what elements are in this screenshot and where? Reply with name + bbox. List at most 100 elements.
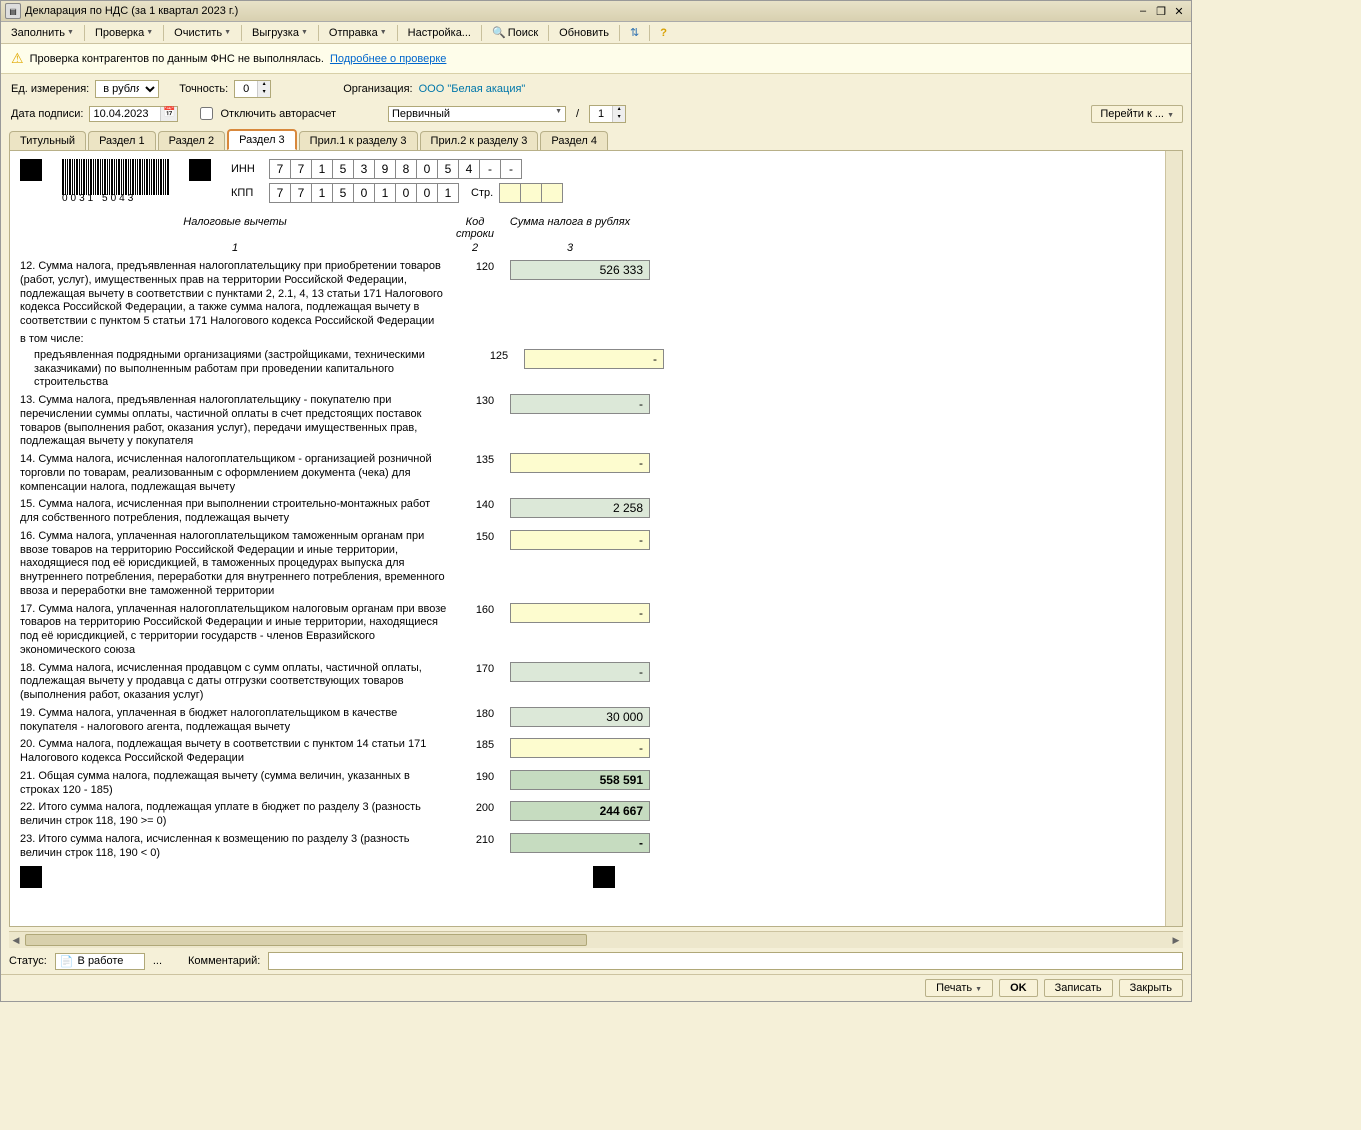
spin-down[interactable]: ▾ [257,89,270,97]
row-desc: 21. Общая сумма налога, подлежащая вычет… [20,770,460,798]
tab-Раздел-4[interactable]: Раздел 4 [540,131,608,150]
row-sum-input[interactable]: - [510,394,650,414]
precision-spinner[interactable]: ▴▾ [234,80,271,98]
row-code: 185 [460,738,510,751]
horizontal-scrollbar[interactable]: ◀ ▶ [9,931,1183,948]
table-row: 12. Сумма налога, предъявленная налогопл… [20,260,1155,329]
tab-Прил.1-к-разделу-3[interactable]: Прил.1 к разделу 3 [299,131,418,150]
document-area: 0031 5043 ИНН 7715398054-- КПП 771501001… [9,150,1183,927]
status-ellipsis[interactable]: ... [153,955,162,967]
settings-button[interactable]: Настройка... [402,25,477,41]
autocalc-checkbox[interactable]: Отключить авторасчет [196,104,336,123]
comment-label: Комментарий: [188,955,260,967]
row-sum-input[interactable]: 2 258 [510,498,650,518]
save-button[interactable]: Записать [1044,979,1113,997]
row-code: 130 [460,394,510,407]
row-code: 160 [460,603,510,616]
goto-button[interactable]: Перейти к ... ▼ [1091,105,1183,123]
precision-label: Точность: [179,83,228,95]
row-code: 150 [460,530,510,543]
comment-input[interactable] [268,952,1183,970]
arrows-icon-button[interactable]: ⇅ [624,24,645,41]
row-sum-input[interactable]: - [510,453,650,473]
help-button[interactable]: ? [654,25,673,41]
status-field[interactable]: 📄 В работе [55,953,145,970]
doc-type-select[interactable]: Первичный ▼ [388,106,566,122]
units-select[interactable]: в рублях [95,80,159,98]
marker-bottom-left [20,866,42,888]
correction-input[interactable] [590,107,612,121]
date-input[interactable] [90,107,160,121]
row-sum-input[interactable]: 526 333 [510,260,650,280]
titlebar: ▤ Декларация по НДС (за 1 квартал 2023 г… [1,1,1191,22]
row-sum-input[interactable]: - [524,349,664,369]
precision-input[interactable] [235,82,257,96]
inn-cells: 7715398054-- [269,159,522,179]
tab-Раздел-2[interactable]: Раздел 2 [158,131,226,150]
tab-Титульный[interactable]: Титульный [9,131,86,150]
row-sum-input[interactable]: - [510,662,650,682]
tab-Раздел-1[interactable]: Раздел 1 [88,131,156,150]
row-desc: 19. Сумма налога, уплаченная в бюджет на… [20,707,460,735]
date-label: Дата подписи: [11,108,83,120]
export-button[interactable]: Выгрузка▼ [246,25,314,41]
check-button[interactable]: Проверка▼ [89,25,159,41]
search-button[interactable]: 🔍Поиск [486,24,544,41]
close-button[interactable]: ✕ [1171,4,1187,18]
send-button[interactable]: Отправка▼ [323,25,393,41]
search-icon: 🔍 [492,26,506,39]
row-sum-input[interactable]: 558 591 [510,770,650,790]
minimize-button[interactable]: – [1135,4,1151,18]
org-label: Организация: [343,83,412,95]
row-desc: предъявленная подрядными организациями (… [34,349,474,390]
kpp-label: КПП [231,187,263,199]
warning-row: ⚠ Проверка контрагентов по данным ФНС не… [1,44,1191,74]
window-title: Декларация по НДС (за 1 квартал 2023 г.) [25,5,1133,17]
fill-button[interactable]: Заполнить▼ [5,25,80,41]
clear-button[interactable]: Очистить▼ [168,25,237,41]
row-desc: 20. Сумма налога, подлежащая вычету в со… [20,738,460,766]
correction-spinner[interactable]: ▴▾ [589,105,626,123]
row-sum-input[interactable]: - [510,603,650,623]
row-code: 140 [460,498,510,511]
ok-button[interactable]: OK [999,979,1038,997]
bottombar: Печать ▼ OK Записать Закрыть [1,974,1191,1001]
table-row: 22. Итого сумма налога, подлежащая уплат… [20,801,1155,829]
table-row: 14. Сумма налога, исчисленная налогоплат… [20,453,1155,494]
col-header-2: Код строки [450,216,500,240]
statusbar: Статус: 📄 В работе ... Комментарий: [1,948,1191,974]
vertical-scrollbar[interactable] [1165,151,1182,926]
row-sum-input[interactable]: - [510,738,650,758]
table-row: 18. Сумма налога, исчисленная продавцом … [20,662,1155,703]
row-code: 125 [474,349,524,362]
units-label: Ед. измерения: [11,83,89,95]
marker-bottom-right [593,866,615,888]
help-icon: ? [660,27,667,39]
org-link[interactable]: ООО "Белая акация" [419,83,526,95]
intom-label: в том числе: [20,333,1155,345]
maximize-button[interactable]: ❐ [1153,4,1169,18]
close-bottom-button[interactable]: Закрыть [1119,979,1183,997]
row-sum-input[interactable]: 30 000 [510,707,650,727]
rows: 12. Сумма налога, предъявленная налогопл… [20,260,1155,860]
table-row: 21. Общая сумма налога, подлежащая вычет… [20,770,1155,798]
calendar-icon[interactable]: 📅 [160,107,177,121]
inn-label: ИНН [231,163,263,175]
refresh-button[interactable]: Обновить [553,25,615,41]
table-row: 16. Сумма налога, уплаченная налогоплате… [20,530,1155,599]
row-sum-input[interactable]: - [510,530,650,550]
params: Ед. измерения: в рублях Точность: ▴▾ Орг… [1,74,1191,129]
tab-Раздел-3[interactable]: Раздел 3 [227,129,297,150]
spin-up[interactable]: ▴ [257,81,270,89]
table-row: 23. Итого сумма налога, исчисленная к во… [20,833,1155,861]
row-desc: 23. Итого сумма налога, исчисленная к во… [20,833,460,861]
warning-link[interactable]: Подробнее о проверке [330,53,446,65]
row-desc: 22. Итого сумма налога, подлежащая уплат… [20,801,460,829]
row-code: 135 [460,453,510,466]
print-button[interactable]: Печать ▼ [925,979,993,997]
row-sum-input[interactable]: 244 667 [510,801,650,821]
row-sum-input[interactable]: - [510,833,650,853]
tab-Прил.2-к-разделу-3[interactable]: Прил.2 к разделу 3 [420,131,539,150]
row-code: 170 [460,662,510,675]
page-label: Стр. [471,187,493,199]
